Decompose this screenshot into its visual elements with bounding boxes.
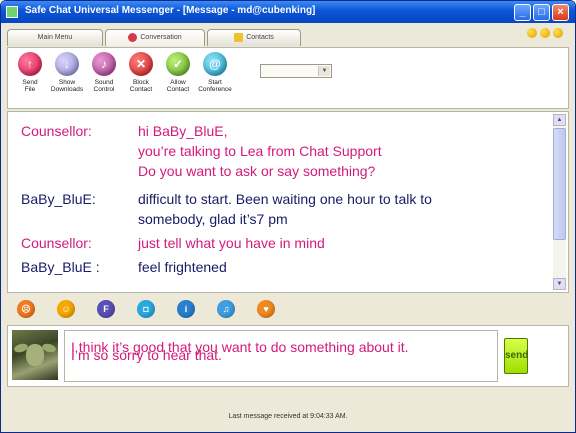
avatar [12, 330, 58, 380]
minimize-button[interactable]: _ [514, 4, 531, 21]
tab-label: Main Menu [37, 34, 73, 41]
message-speaker: Counsellor: [21, 235, 92, 251]
send-button[interactable]: send [504, 338, 528, 374]
close-button[interactable]: × [552, 4, 569, 21]
message-speaker: BaBy_BluE : [21, 259, 100, 275]
window-title: Safe Chat Universal Messenger - [Message… [25, 5, 316, 16]
conference-icon: @ [203, 52, 227, 76]
status-bar: Last message received at 9:04:33 AM. [1, 401, 575, 432]
toolbar-label: Show Downloads [50, 79, 84, 93]
tab-label: Contacts [246, 34, 274, 41]
maximize-button[interactable]: □ [533, 4, 550, 21]
message-line: difficult to start. Been waiting one hou… [138, 191, 432, 207]
tab-contacts[interactable]: Contacts [207, 29, 301, 46]
app-icon [6, 6, 18, 18]
toolbar-label: Block Contact [129, 79, 153, 93]
message-speaker: BaBy_BluE: [21, 191, 96, 207]
title-bar: Safe Chat Universal Messenger - [Message… [1, 1, 575, 23]
messenger-window: Safe Chat Universal Messenger - [Message… [0, 0, 576, 433]
message-line: somebody, glad it’s7 pm [138, 211, 288, 227]
toolbar-label: Allow Contact [166, 79, 190, 93]
tab-main-menu[interactable]: Main Menu [7, 29, 103, 46]
toolbar-label: Start Conference [198, 79, 232, 93]
status-dot-icon[interactable] [540, 28, 550, 38]
compose-area: I think it’s good that you want to do so… [7, 325, 569, 387]
info-badge-icon[interactable]: i [177, 300, 195, 318]
scroll-up-icon[interactable]: ▲ [553, 114, 566, 126]
f-badge-icon[interactable]: F [97, 300, 115, 318]
scrollbar-thumb[interactable] [553, 128, 566, 240]
tab-conversation[interactable]: Conversation [105, 29, 205, 46]
status-text: Last message received at 9:04:33 AM. [228, 413, 348, 420]
message-line: you’re talking to Lea from Chat Support [138, 143, 382, 159]
chat-transcript: Counsellor: hi BaBy_BluE, you’re talking… [7, 111, 569, 293]
status-dot-icon[interactable] [553, 28, 563, 38]
angry-smiley-icon[interactable]: ☹ [17, 300, 35, 318]
music-badge-icon[interactable]: ♫ [217, 300, 235, 318]
speaker-icon: ♪ [92, 52, 116, 76]
folder-icon [234, 32, 244, 42]
block-icon: ✕ [129, 52, 153, 76]
chevron-down-icon[interactable]: ▼ [318, 66, 330, 76]
tab-label: Conversation [140, 34, 182, 41]
toolbar: ↑ Send File ↓ Show Downloads ♪ Sound Con… [7, 47, 569, 109]
transcript-scrollbar[interactable]: ▲ ▼ [553, 114, 566, 290]
show-downloads-button[interactable]: ↓ Show Downloads [47, 52, 87, 93]
status-dot-icon[interactable] [527, 28, 537, 38]
message-line: feel frightened [138, 259, 227, 275]
scroll-down-icon[interactable]: ▼ [553, 278, 566, 290]
chat-bubble-icon [128, 32, 138, 42]
allow-icon: ✓ [166, 52, 190, 76]
send-file-icon: ↑ [18, 52, 42, 76]
message-input[interactable]: I think it’s good that you want to do so… [64, 330, 498, 382]
allow-contact-button[interactable]: ✓ Allow Contact [158, 52, 198, 93]
start-conference-button[interactable]: @ Start Conference [195, 52, 235, 93]
toolbar-label: Send File [22, 79, 38, 93]
block-contact-button[interactable]: ✕ Block Contact [121, 52, 161, 93]
emoticon-bar: ☹ ☺ F ◘ i ♫ ♥ [7, 293, 569, 323]
message-input-overlay-text: I’m so sorry to hear that. [71, 347, 222, 363]
status-dropdown[interactable]: ▼ [260, 64, 332, 78]
downloads-icon: ↓ [55, 52, 79, 76]
heart-badge-icon[interactable]: ♥ [257, 300, 275, 318]
message-line: hi BaBy_BluE, [138, 123, 228, 139]
message-line: just tell what you have in mind [138, 235, 325, 251]
message-speaker: Counsellor: [21, 123, 92, 139]
toolbar-label: Sound Control [93, 79, 115, 93]
send-file-button[interactable]: ↑ Send File [10, 52, 50, 93]
chat-badge-icon[interactable]: ◘ [137, 300, 155, 318]
happy-smiley-icon[interactable]: ☺ [57, 300, 75, 318]
tab-strip: Main Menu Conversation Contacts [1, 23, 575, 47]
sound-control-button[interactable]: ♪ Sound Control [84, 52, 124, 93]
message-line: Do you want to ask or say something? [138, 163, 376, 179]
